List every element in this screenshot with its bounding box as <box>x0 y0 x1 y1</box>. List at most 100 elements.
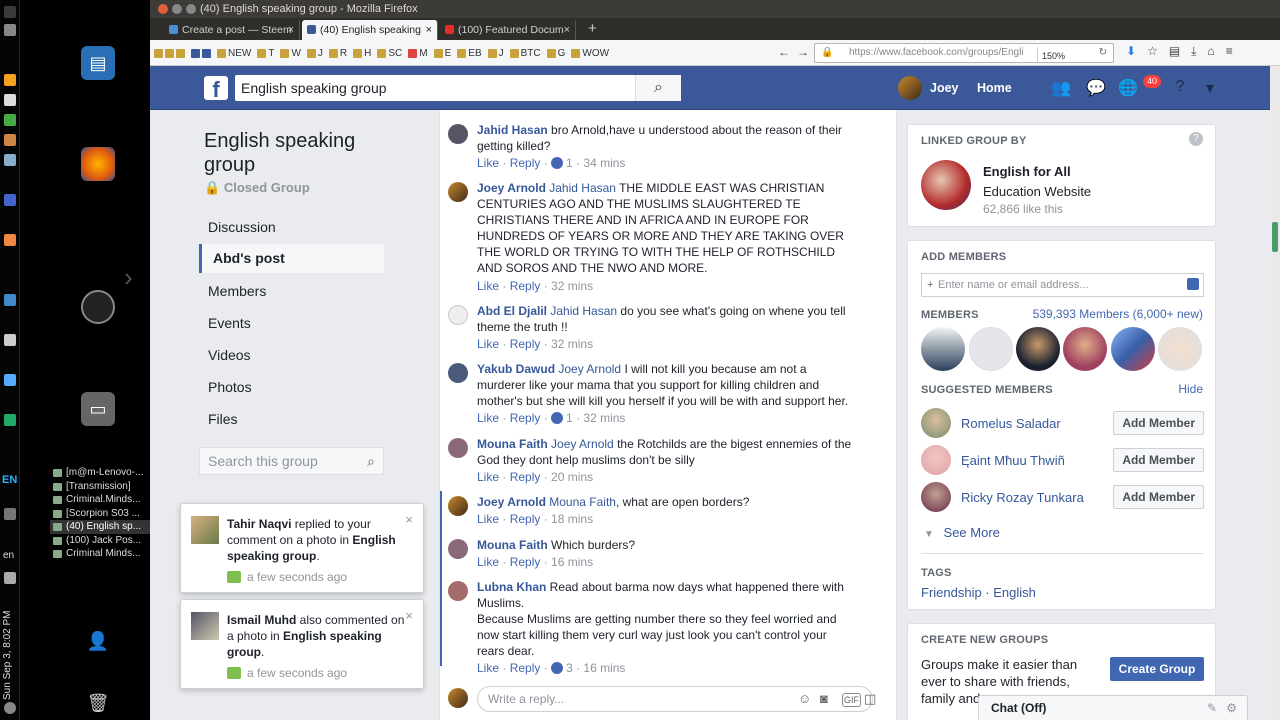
reply-link[interactable]: Reply <box>510 411 541 425</box>
tray-icon[interactable] <box>4 94 16 106</box>
tray-icon[interactable] <box>4 114 16 126</box>
comment-mention[interactable]: Mouna Faith <box>549 495 616 509</box>
tray-icon[interactable] <box>4 334 16 346</box>
like-link[interactable]: Like <box>477 661 499 675</box>
clock[interactable]: Sun Sep 3, 8:02 PM <box>2 600 18 700</box>
comment-author[interactable]: Abd El Djalil <box>477 304 547 318</box>
comment-time[interactable]: 16 mins <box>583 661 625 675</box>
home-icon[interactable]: ⌂ <box>1207 44 1214 59</box>
nav-videos[interactable]: Videos <box>199 341 384 370</box>
keyboard-layout[interactable]: EN <box>2 474 17 486</box>
dock-arrow-icon[interactable]: › <box>124 262 133 293</box>
profile-link[interactable]: Joey <box>898 75 959 101</box>
close-icon[interactable]: × <box>405 512 413 527</box>
nav-photos[interactable]: Photos <box>199 373 384 402</box>
lang-indicator[interactable]: en <box>3 550 14 561</box>
nav-members[interactable]: Members <box>199 277 384 306</box>
comment-mention[interactable]: Jahid Hasan <box>550 304 617 318</box>
nav-events[interactable]: Events <box>199 309 384 338</box>
notification-toast[interactable]: Tahir Naqvi replied to your comment on a… <box>180 503 424 593</box>
minimize-window-button[interactable] <box>172 4 182 14</box>
tray-icon[interactable] <box>4 374 16 386</box>
comment-time[interactable]: 32 mins <box>551 279 593 293</box>
add-member-button[interactable]: Add Member <box>1113 485 1204 509</box>
bookmark-item[interactable]: EB <box>457 48 482 59</box>
suggested-member-name[interactable]: Ęaint Mħuu Thwiñ <box>961 453 1065 468</box>
member-avatar[interactable] <box>1158 327 1202 371</box>
user-icon[interactable]: 👤 <box>81 624 115 658</box>
like-count[interactable]: 1 <box>566 156 573 170</box>
like-count[interactable]: 1 <box>566 411 573 425</box>
facebook-logo[interactable]: f <box>204 76 228 102</box>
maximize-window-button[interactable] <box>186 4 196 14</box>
group-tags[interactable]: Friendship · English <box>921 585 1036 600</box>
chrome-icon[interactable] <box>4 294 16 306</box>
comment-author[interactable]: Joey Arnold <box>477 495 546 509</box>
avatar[interactable] <box>448 539 468 559</box>
avatar[interactable] <box>448 496 468 516</box>
bookmark-item[interactable] <box>191 48 211 58</box>
add-member-button[interactable]: Add Member <box>1113 448 1204 472</box>
bookmark-item[interactable]: WOW <box>571 48 609 59</box>
bookmark-item[interactable]: J <box>306 48 323 59</box>
wifi-icon[interactable] <box>4 508 16 520</box>
tab-youtube[interactable]: (100) Featured Docum × <box>440 20 576 40</box>
reply-input[interactable]: Write a reply... ☺ ◙ GIF ◫ <box>477 686 876 712</box>
bookmark-item[interactable]: BTC <box>509 48 541 59</box>
comment-author[interactable]: Lubna Khan <box>477 580 546 594</box>
nav-files[interactable]: Files <box>199 405 384 434</box>
nav-discussion[interactable]: Discussion <box>199 213 384 242</box>
close-tab-icon[interactable]: × <box>426 20 432 40</box>
avatar[interactable] <box>921 445 951 475</box>
power-icon[interactable] <box>4 702 16 714</box>
like-link[interactable]: Like <box>477 512 499 526</box>
like-count[interactable]: 3 <box>566 661 573 675</box>
comment-time[interactable]: 34 mins <box>583 156 625 170</box>
reload-icon[interactable]: ↻ <box>1099 44 1107 62</box>
reply-link[interactable]: Reply <box>510 661 541 675</box>
comment-author[interactable]: Jahid Hasan <box>477 123 548 137</box>
tray-icon[interactable] <box>4 6 16 18</box>
bookmark-item[interactable]: H <box>353 48 371 59</box>
bitcoin-icon[interactable] <box>4 74 16 86</box>
back-icon[interactable]: ← <box>778 45 790 59</box>
bookmark-item[interactable]: NEW <box>217 48 251 59</box>
add-member-button[interactable]: Add Member <box>1113 411 1204 435</box>
bookmark-item[interactable]: R <box>328 48 347 59</box>
close-tab-icon[interactable]: × <box>564 20 570 40</box>
downloads-panel-icon[interactable]: ⤓ <box>1191 44 1196 59</box>
tray-icon[interactable] <box>4 194 16 206</box>
scrollbar-thumb[interactable] <box>1272 222 1278 252</box>
hide-suggestions-link[interactable]: Hide <box>1178 382 1203 396</box>
group-search-input[interactable]: Search this group ⌕ <box>199 447 384 475</box>
notification-toast[interactable]: Ismail Muhd also commented on a photo in… <box>180 599 424 689</box>
comment-mention[interactable]: Joey Arnold <box>558 362 621 376</box>
bookmark-item[interactable]: E <box>433 48 451 59</box>
reply-link[interactable]: Reply <box>510 337 541 351</box>
volume-icon[interactable] <box>4 572 16 584</box>
see-more-link[interactable]: ▼ See More <box>924 525 1000 540</box>
reply-link[interactable]: Reply <box>510 470 541 484</box>
file-manager-icon[interactable]: ▭ <box>81 392 115 426</box>
settings-icon[interactable] <box>81 290 115 324</box>
comment-time[interactable]: 16 mins <box>551 555 593 569</box>
page-scrollbar[interactable] <box>1270 66 1280 720</box>
member-avatar[interactable] <box>969 327 1013 371</box>
window-list-item[interactable]: [m@m-Lenovo-... <box>50 466 150 480</box>
zoom-level[interactable]: 150% <box>1036 47 1065 62</box>
home-link[interactable]: Home <box>977 81 1012 95</box>
gif-icon[interactable]: GIF <box>842 693 861 707</box>
member-avatar[interactable] <box>1111 327 1155 371</box>
messenger-icon[interactable]: 💬 <box>1085 78 1107 98</box>
comment-author[interactable]: Joey Arnold <box>477 181 546 195</box>
avatar[interactable] <box>448 581 468 601</box>
contacts-icon[interactable] <box>1187 278 1199 290</box>
create-group-button[interactable]: Create Group <box>1110 657 1204 681</box>
friend-requests-icon[interactable]: 👥 <box>1050 78 1072 98</box>
member-count-link[interactable]: 539,393 Members (6,000+ new) <box>1033 307 1203 321</box>
reply-link[interactable]: Reply <box>510 156 541 170</box>
bookmark-item[interactable]: W <box>280 48 301 59</box>
sticker-icon[interactable]: ◫ <box>864 687 876 711</box>
emoji-icon[interactable]: ☺ <box>798 687 811 711</box>
like-link[interactable]: Like <box>477 470 499 484</box>
